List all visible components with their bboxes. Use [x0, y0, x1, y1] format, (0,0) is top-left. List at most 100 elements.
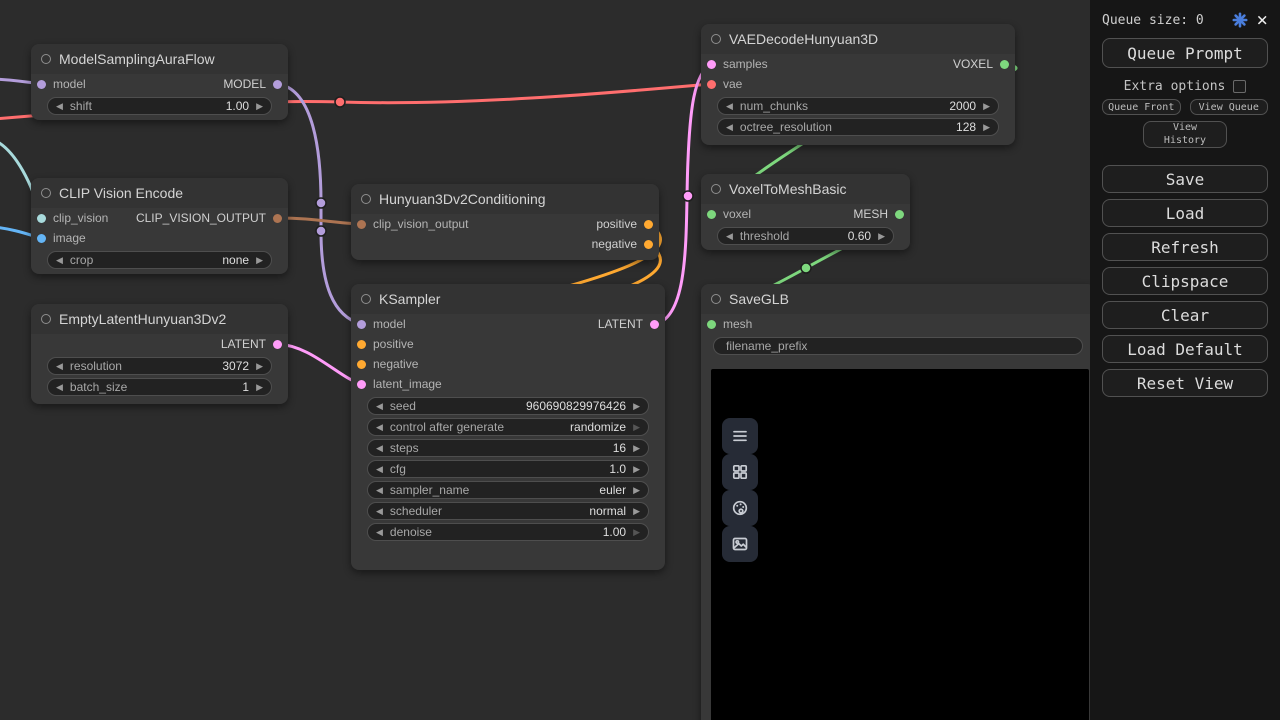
view-queue-button[interactable]: View Queue	[1190, 99, 1269, 115]
input-port-clip-vision[interactable]: clip_vision	[37, 211, 108, 225]
load-button[interactable]: Load	[1102, 199, 1268, 227]
extra-options-checkbox[interactable]	[1233, 80, 1246, 93]
collapse-dot-icon[interactable]	[711, 34, 721, 44]
collapse-dot-icon[interactable]	[361, 194, 371, 204]
collapse-dot-icon[interactable]	[711, 184, 721, 194]
input-port-latent-image[interactable]: latent_image	[357, 377, 442, 391]
queue-front-button[interactable]: Queue Front	[1102, 99, 1181, 115]
decrement-icon[interactable]: ◀	[726, 102, 733, 111]
decrement-icon[interactable]: ◀	[56, 362, 63, 371]
input-port-negative[interactable]: negative	[357, 357, 418, 371]
latent-port-dot[interactable]	[707, 60, 716, 69]
node-header[interactable]: EmptyLatentHunyuan3Dv2	[31, 304, 288, 334]
node-header[interactable]: VoxelToMeshBasic	[701, 174, 910, 204]
conditioning-port-dot[interactable]	[644, 240, 653, 249]
collapse-dot-icon[interactable]	[41, 314, 51, 324]
widget-threshold[interactable]: ◀ threshold 0.60 ▶	[717, 227, 894, 245]
clear-button[interactable]: Clear	[1102, 301, 1268, 329]
increment-icon[interactable]: ▶	[983, 123, 990, 132]
input-port-model[interactable]: model	[37, 77, 86, 91]
mesh-port-dot[interactable]	[707, 320, 716, 329]
close-icon[interactable]: ×	[1257, 11, 1268, 30]
decrement-icon[interactable]: ◀	[56, 102, 63, 111]
decrement-icon[interactable]: ◀	[376, 423, 383, 432]
vae-port-dot[interactable]	[707, 80, 716, 89]
increment-icon[interactable]: ▶	[256, 383, 263, 392]
increment-icon[interactable]: ▶	[256, 102, 263, 111]
node-empty-latent-hunyuan3dv2[interactable]: EmptyLatentHunyuan3Dv2 LATENT ◀ resoluti…	[31, 304, 288, 404]
increment-icon[interactable]: ▶	[633, 486, 640, 495]
clipspace-button[interactable]: Clipspace	[1102, 267, 1268, 295]
image-port-dot[interactable]	[37, 234, 46, 243]
increment-icon[interactable]: ▶	[633, 402, 640, 411]
collapse-dot-icon[interactable]	[711, 294, 721, 304]
widget-cfg[interactable]: ◀ cfg 1.0 ▶	[367, 460, 649, 478]
3d-preview-viewport[interactable]	[711, 369, 1089, 720]
decrement-icon[interactable]: ◀	[376, 528, 383, 537]
node-header[interactable]: Hunyuan3Dv2Conditioning	[351, 184, 659, 214]
widget-num-chunks[interactable]: ◀ num_chunks 2000 ▶	[717, 97, 999, 115]
widget-shift[interactable]: ◀ shift 1.00 ▶	[47, 97, 272, 115]
widget-crop[interactable]: ◀ crop none ▶	[47, 251, 272, 269]
decrement-icon[interactable]: ◀	[376, 402, 383, 411]
node-clip-vision-encode[interactable]: CLIP Vision Encode clip_vision CLIP_VISI…	[31, 178, 288, 274]
latent-port-dot[interactable]	[650, 320, 659, 329]
conditioning-port-dot[interactable]	[357, 360, 366, 369]
conditioning-port-dot[interactable]	[644, 220, 653, 229]
input-port-samples[interactable]: samples	[707, 57, 768, 71]
widget-octree-resolution[interactable]: ◀ octree_resolution 128 ▶	[717, 118, 999, 136]
node-vae-decode-hunyuan3d[interactable]: VAEDecodeHunyuan3D samples VOXEL vae ◀ n…	[701, 24, 1015, 145]
decrement-icon[interactable]: ◀	[376, 465, 383, 474]
node-voxel-to-mesh-basic[interactable]: VoxelToMeshBasic voxel MESH ◀ threshold …	[701, 174, 910, 250]
view-history-button[interactable]: View History	[1143, 121, 1227, 148]
decrement-icon[interactable]: ◀	[376, 486, 383, 495]
save-button[interactable]: Save	[1102, 165, 1268, 193]
queue-prompt-button[interactable]: Queue Prompt	[1102, 38, 1268, 68]
input-port-model[interactable]: model	[357, 317, 406, 331]
widget-steps[interactable]: ◀ steps 16 ▶	[367, 439, 649, 457]
output-port-mesh[interactable]: MESH	[853, 207, 904, 221]
node-header[interactable]: CLIP Vision Encode	[31, 178, 288, 208]
clip-vision-output-port-dot[interactable]	[273, 214, 282, 223]
input-port-vae[interactable]: vae	[707, 77, 742, 91]
decrement-icon[interactable]: ◀	[56, 256, 63, 265]
node-header[interactable]: SaveGLB	[701, 284, 1095, 314]
widget-sampler-name[interactable]: ◀ sampler_name euler ▶	[367, 481, 649, 499]
decrement-icon[interactable]: ◀	[56, 383, 63, 392]
node-header[interactable]: VAEDecodeHunyuan3D	[701, 24, 1015, 54]
voxel-port-dot[interactable]	[1000, 60, 1009, 69]
load-default-button[interactable]: Load Default	[1102, 335, 1268, 363]
input-port-image[interactable]: image	[37, 231, 86, 245]
voxel-port-dot[interactable]	[707, 210, 716, 219]
output-port-model[interactable]: MODEL	[223, 77, 282, 91]
settings-gear-icon[interactable]	[1232, 12, 1248, 28]
latent-port-dot[interactable]	[357, 380, 366, 389]
clip-vision-output-port-dot[interactable]	[357, 220, 366, 229]
node-model-sampling-auraflow[interactable]: ModelSamplingAuraFlow model MODEL ◀ shif…	[31, 44, 288, 120]
model-port-dot[interactable]	[357, 320, 366, 329]
increment-icon[interactable]: ▶	[633, 423, 640, 432]
node-header[interactable]: KSampler	[351, 284, 665, 314]
mesh-port-dot[interactable]	[895, 210, 904, 219]
output-port-positive[interactable]: positive	[596, 217, 653, 231]
widget-scheduler[interactable]: ◀ scheduler normal ▶	[367, 502, 649, 520]
input-port-voxel[interactable]: voxel	[707, 207, 751, 221]
node-save-glb[interactable]: SaveGLB mesh filename_prefix	[701, 284, 1095, 720]
node-hunyuan3dv2-conditioning[interactable]: Hunyuan3Dv2Conditioning clip_vision_outp…	[351, 184, 659, 260]
viewport-grid-button[interactable]	[722, 454, 758, 490]
widget-seed[interactable]: ◀ seed 960690829976426 ▶	[367, 397, 649, 415]
output-port-negative[interactable]: negative	[592, 237, 653, 251]
widget-batch-size[interactable]: ◀ batch_size 1 ▶	[47, 378, 272, 396]
increment-icon[interactable]: ▶	[633, 507, 640, 516]
input-port-positive[interactable]: positive	[357, 337, 414, 351]
input-port-clip-vision-output[interactable]: clip_vision_output	[357, 217, 468, 231]
increment-icon[interactable]: ▶	[983, 102, 990, 111]
refresh-button[interactable]: Refresh	[1102, 233, 1268, 261]
collapse-dot-icon[interactable]	[41, 54, 51, 64]
widget-resolution[interactable]: ◀ resolution 3072 ▶	[47, 357, 272, 375]
model-port-dot[interactable]	[273, 80, 282, 89]
collapse-dot-icon[interactable]	[361, 294, 371, 304]
output-port-latent[interactable]: LATENT	[598, 317, 659, 331]
model-port-dot[interactable]	[37, 80, 46, 89]
increment-icon[interactable]: ▶	[256, 256, 263, 265]
